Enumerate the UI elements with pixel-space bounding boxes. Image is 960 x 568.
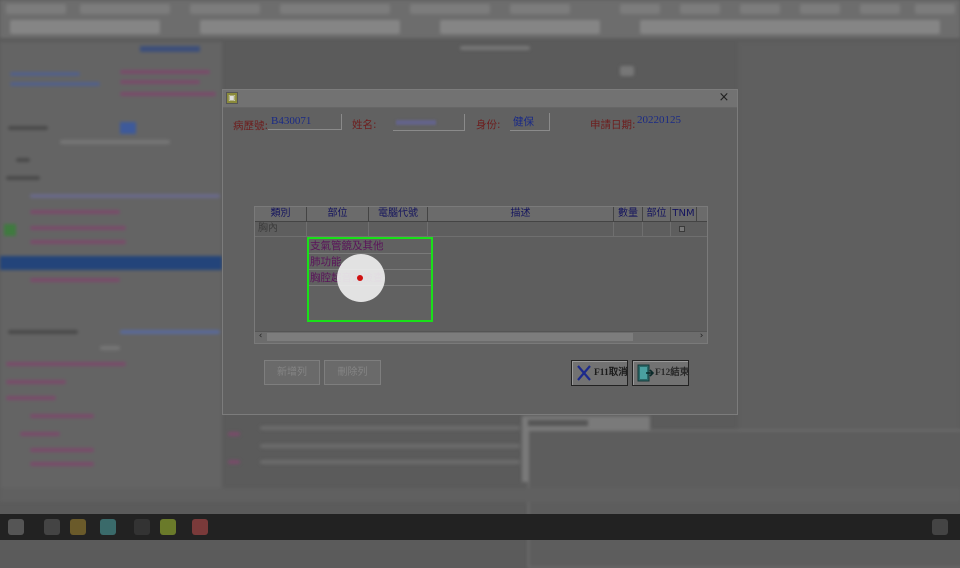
cancel-label: F11取消 — [594, 368, 628, 378]
scroll-right-icon[interactable]: › — [696, 331, 707, 342]
taskbar — [0, 514, 960, 540]
col-quantity[interactable]: 數量 — [614, 207, 643, 221]
table-row[interactable]: 胸內 — [255, 222, 707, 237]
add-row-button[interactable]: 新增列 — [264, 360, 320, 385]
identity-label: 身份: — [476, 119, 501, 131]
cell-category[interactable]: 胸內 — [255, 222, 307, 236]
cancel-button[interactable]: F11取消 — [571, 360, 628, 386]
cell-quantity[interactable] — [614, 222, 643, 236]
col-category[interactable]: 類別 — [255, 207, 307, 221]
window-icon: ▣ — [226, 92, 238, 104]
cancel-x-icon — [577, 365, 591, 381]
record-no-label: 病歷號: — [233, 120, 269, 132]
tnm-checkbox[interactable] — [679, 226, 685, 232]
col-part[interactable]: 部位 — [307, 207, 369, 221]
close-icon[interactable]: × — [717, 91, 731, 105]
finish-button[interactable]: F12結束 — [632, 360, 689, 386]
finish-label: F12結束 — [655, 368, 690, 378]
delete-row-button[interactable]: 刪除列 — [324, 360, 381, 385]
cell-description[interactable] — [428, 222, 614, 236]
grid-header: 類別 部位 電腦代號 描述 數量 部位 TNM — [255, 207, 707, 222]
bg-right-pane — [738, 42, 960, 488]
scroll-thumb[interactable] — [267, 333, 633, 341]
horizontal-scrollbar[interactable]: ‹ › — [255, 331, 707, 343]
col-part2[interactable]: 部位 — [643, 207, 671, 221]
record-no-value: B430071 — [271, 115, 312, 127]
exit-door-icon — [637, 364, 654, 382]
dialog-titlebar: ▣ × — [223, 90, 737, 108]
cell-part[interactable] — [307, 222, 369, 236]
identity-value: 健保 — [513, 116, 534, 128]
scroll-left-icon[interactable]: ‹ — [255, 331, 266, 342]
dropdown-option[interactable]: 支氣管鏡及其他 — [309, 239, 431, 254]
col-tnm[interactable]: TNM — [671, 207, 697, 221]
name-value-redacted — [396, 120, 436, 125]
cell-code[interactable] — [369, 222, 428, 236]
bg-mini-window — [522, 416, 960, 568]
bg-toolbar-2 — [0, 4, 960, 34]
cell-part2[interactable] — [643, 222, 671, 236]
name-label: 姓名: — [352, 119, 377, 131]
col-description[interactable]: 描述 — [428, 207, 614, 221]
cursor-dot — [357, 275, 363, 281]
bg-statusbar — [0, 488, 960, 502]
apply-date-label: 申請日期: — [590, 119, 636, 131]
col-code[interactable]: 電腦代號 — [369, 207, 428, 221]
apply-date-value: 20220125 — [637, 114, 681, 126]
